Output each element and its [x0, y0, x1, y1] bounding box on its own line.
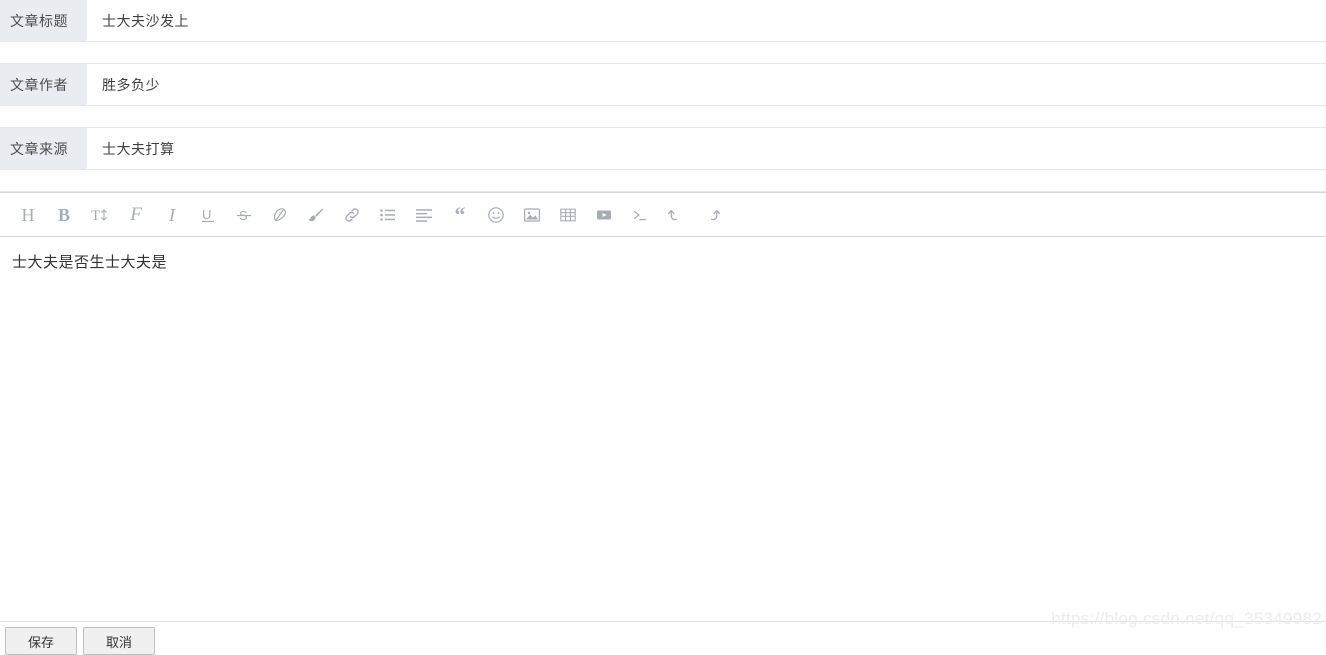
font-size-icon[interactable]: T: [82, 199, 118, 231]
image-icon[interactable]: [514, 199, 550, 231]
link-icon[interactable]: [334, 199, 370, 231]
heading-icon[interactable]: H: [10, 199, 46, 231]
font-family-icon[interactable]: F: [118, 199, 154, 231]
form-value-title[interactable]: 士大夫沙发上: [87, 0, 1326, 41]
bold-icon[interactable]: B: [46, 199, 82, 231]
bullet-list-icon[interactable]: [370, 199, 406, 231]
form-label-author: 文章作者: [0, 64, 87, 105]
form-value-author[interactable]: 胜多负少: [87, 64, 1326, 105]
svg-text:U: U: [202, 207, 211, 222]
save-button[interactable]: 保存: [5, 627, 77, 655]
code-icon[interactable]: [622, 199, 658, 231]
form-row-title: 文章标题 士大夫沙发上: [0, 0, 1326, 42]
svg-text:T: T: [91, 208, 100, 224]
video-icon[interactable]: [586, 199, 622, 231]
form-footer: 保存 取消: [0, 621, 1326, 655]
quote-icon[interactable]: “: [442, 199, 478, 231]
underline-icon[interactable]: U: [190, 199, 226, 231]
form-row-spacer-2: [0, 106, 1326, 128]
undo-icon[interactable]: [658, 199, 694, 231]
rich-text-editor: H B T F I U S “ 士大夫是否生士大夫是: [0, 192, 1326, 617]
emoji-icon[interactable]: [478, 199, 514, 231]
strikethrough-icon[interactable]: S: [226, 199, 262, 231]
table-icon[interactable]: [550, 199, 586, 231]
cancel-button[interactable]: 取消: [83, 627, 155, 655]
footer-button-group: 保存 取消: [5, 627, 1326, 655]
redo-icon[interactable]: [694, 199, 730, 231]
form-row-source: 文章来源 士大夫打算: [0, 128, 1326, 170]
editor-content-area[interactable]: 士大夫是否生士大夫是: [0, 237, 1326, 617]
form-row-author: 文章作者 胜多负少: [0, 64, 1326, 106]
form-label-source: 文章来源: [0, 128, 87, 169]
align-icon[interactable]: [406, 199, 442, 231]
italic-icon[interactable]: I: [154, 199, 190, 231]
brush-icon[interactable]: [298, 199, 334, 231]
form-row-spacer-1: [0, 42, 1326, 64]
article-meta-form: 文章标题 士大夫沙发上 文章作者 胜多负少 文章来源 士大夫打算: [0, 0, 1326, 192]
form-value-source[interactable]: 士大夫打算: [87, 128, 1326, 169]
form-row-spacer-3: [0, 170, 1326, 192]
editor-toolbar: H B T F I U S “: [0, 192, 1326, 237]
form-label-title: 文章标题: [0, 0, 87, 41]
highlight-pen-icon[interactable]: [262, 199, 298, 231]
